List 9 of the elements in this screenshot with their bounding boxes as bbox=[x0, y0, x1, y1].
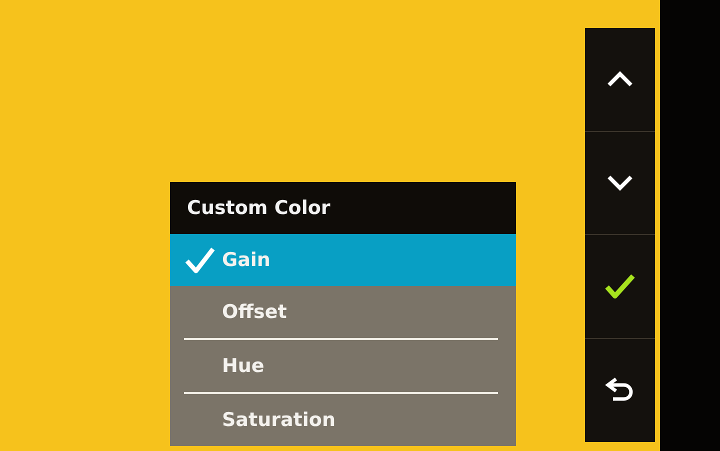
chevron-up-icon bbox=[606, 70, 634, 88]
menu-title: Custom Color bbox=[170, 182, 516, 234]
menu-item[interactable]: Offset bbox=[170, 286, 516, 338]
chevron-down-icon bbox=[606, 174, 634, 192]
menu-item[interactable]: Saturation bbox=[170, 394, 516, 446]
menu-item[interactable]: Hue bbox=[170, 340, 516, 392]
checkmark-icon bbox=[604, 272, 636, 300]
menu-item[interactable]: Gain bbox=[170, 234, 516, 286]
checkmark-icon bbox=[185, 246, 215, 274]
